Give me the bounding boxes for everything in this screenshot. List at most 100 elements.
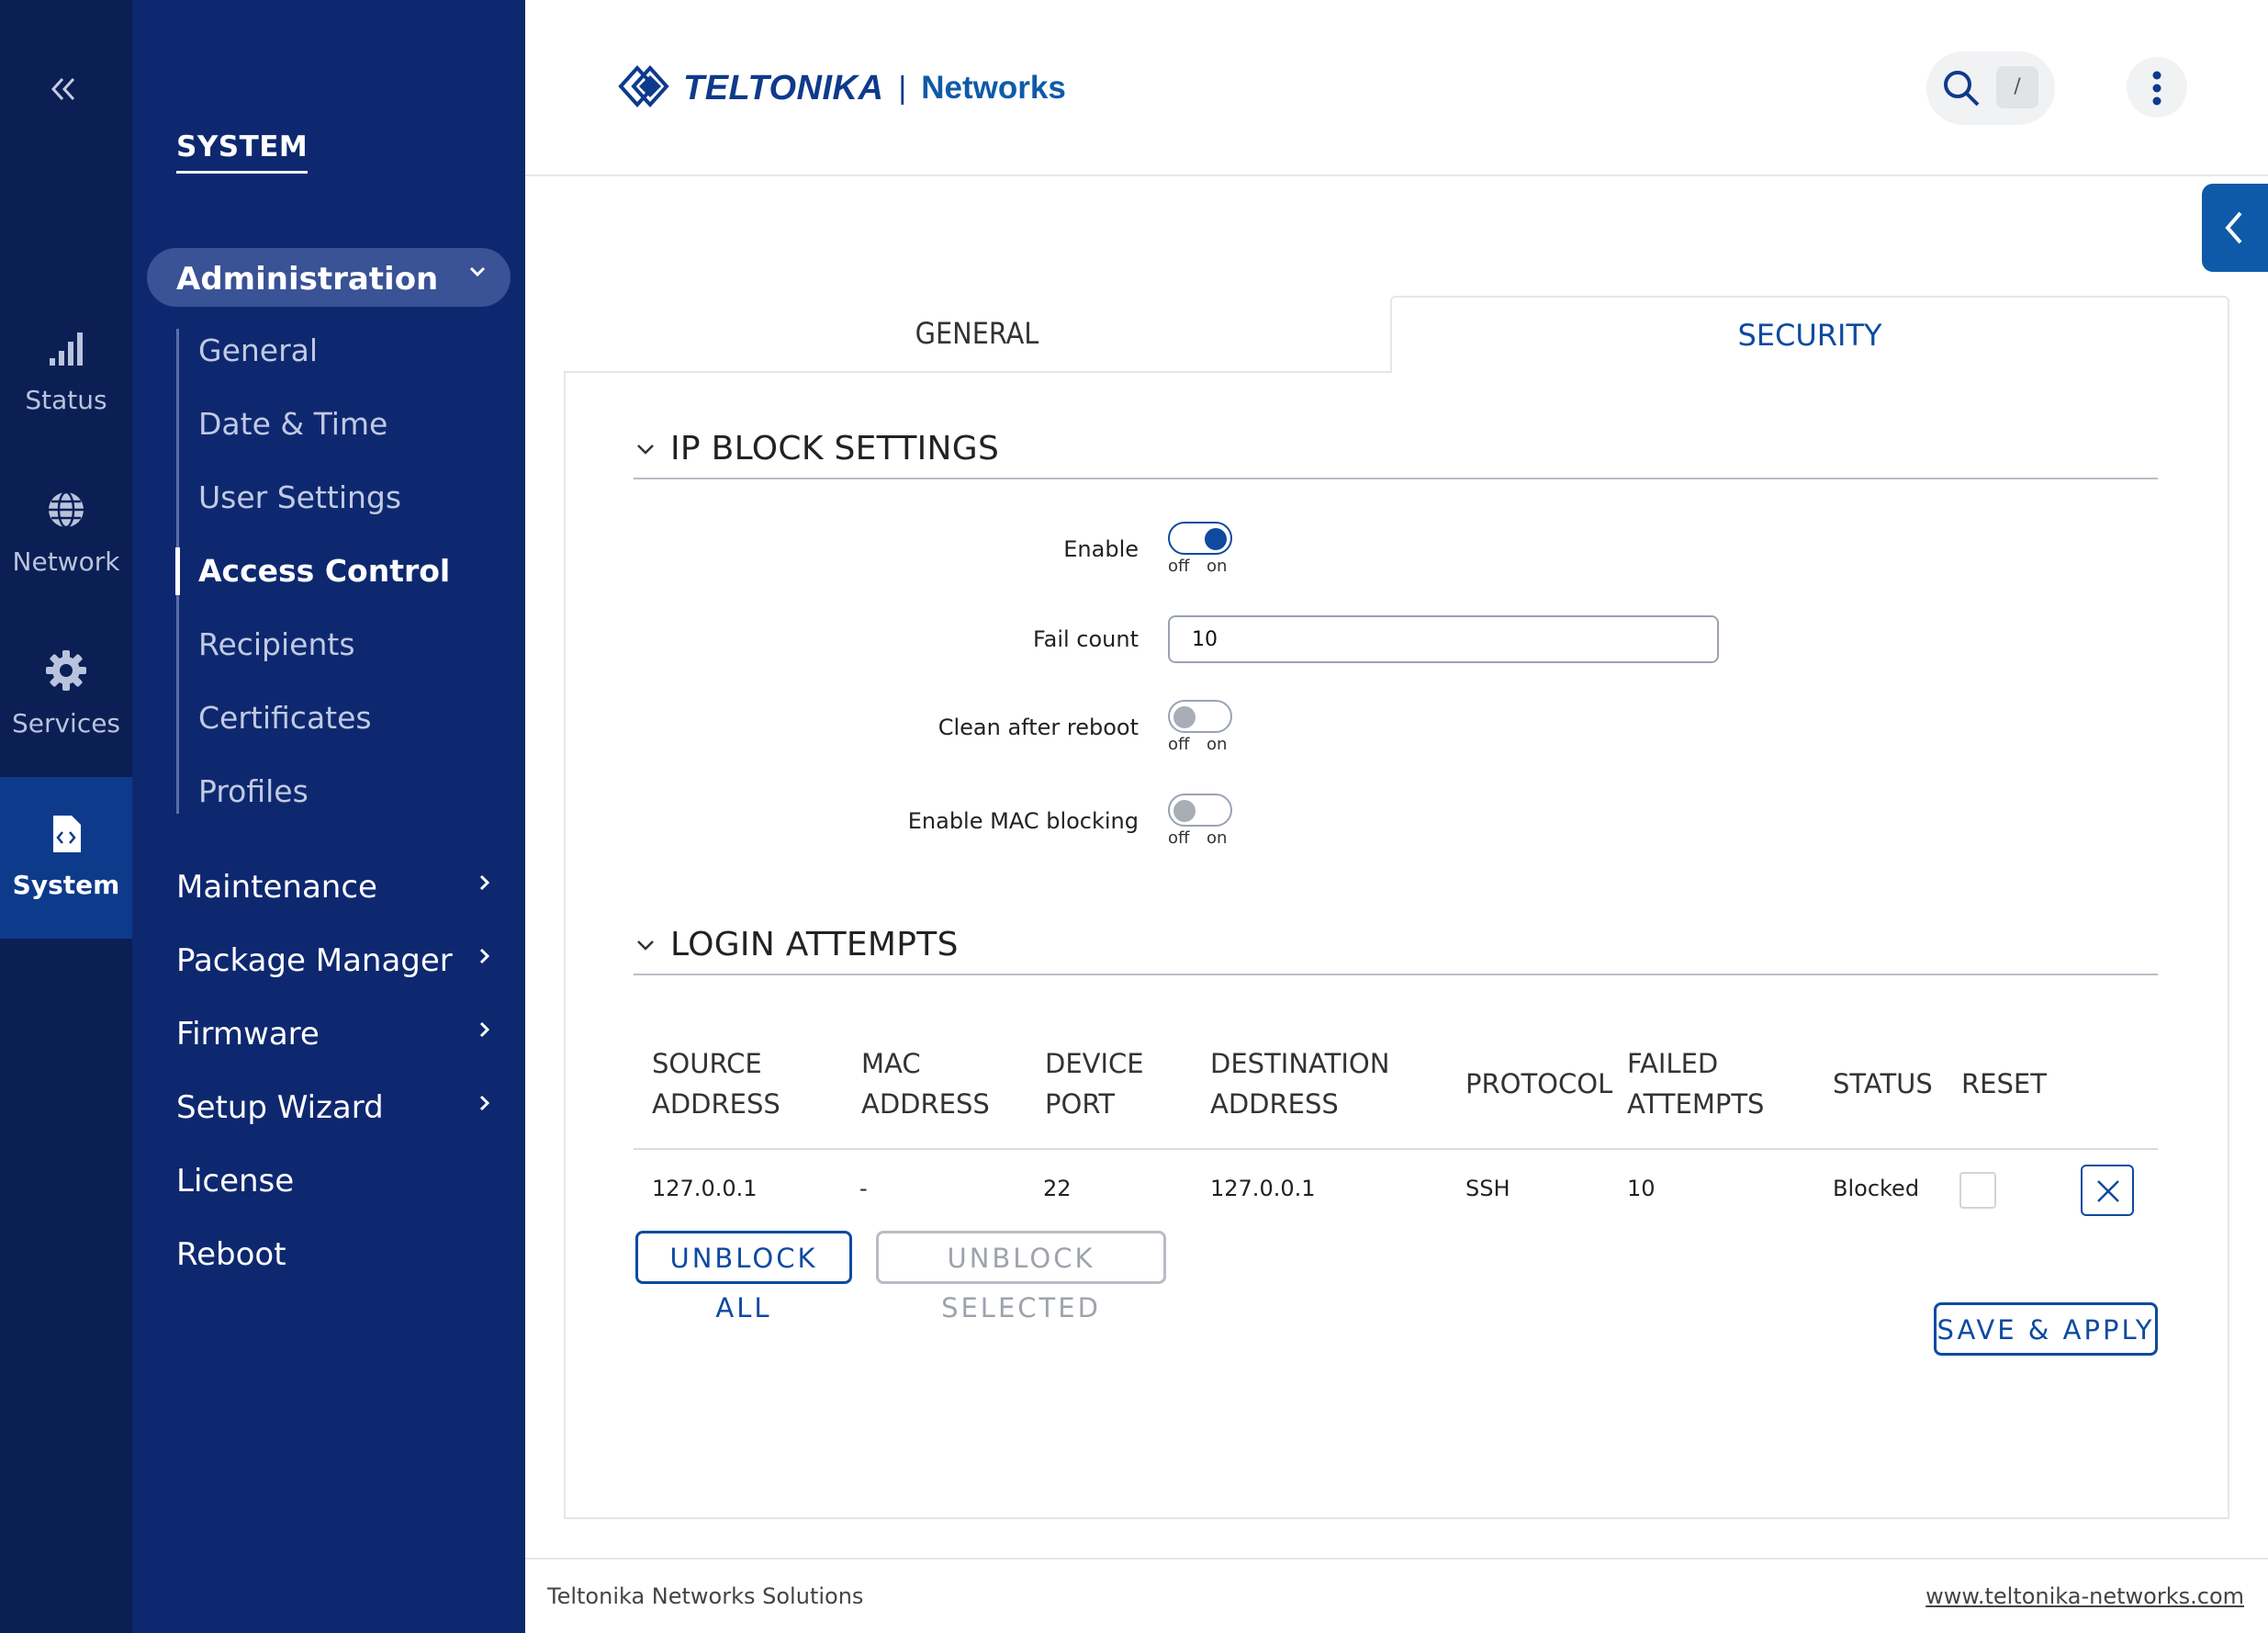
enable-label: Enable (1063, 536, 1139, 562)
header-line: SOURCE (652, 1048, 762, 1079)
sidebar-item-label: Maintenance (176, 869, 377, 906)
delete-row-button[interactable] (2081, 1165, 2134, 1216)
cell-status: Blocked (1833, 1176, 1920, 1201)
brand-separator: | (898, 70, 907, 106)
sidebar-item-firmware[interactable]: Firmware (176, 1016, 494, 1053)
sidebar-subitem-user-settings[interactable]: User Settings (198, 479, 401, 515)
header-line: ADDRESS (652, 1088, 780, 1120)
logo-mark-icon (617, 61, 676, 116)
toggle-knob (1205, 528, 1227, 550)
login-attempts-section-header[interactable]: LOGIN ATTEMPTS (634, 920, 2158, 975)
tab-security[interactable]: SECURITY (1390, 296, 2229, 375)
more-options-button[interactable] (2127, 57, 2187, 118)
column-header-destination-address: DESTINATION ADDRESS (1210, 1043, 1389, 1124)
brand-subtitle: Networks (921, 70, 1066, 106)
sidebar-item-maintenance[interactable]: Maintenance (176, 869, 494, 906)
ip-block-section-header[interactable]: IP BLOCK SETTINGS (634, 424, 2158, 479)
unblock-all-button[interactable]: UNBLOCK ALL (635, 1231, 852, 1323)
rail-item-network[interactable]: Network (0, 489, 132, 577)
sidebar-subitem-date-time[interactable]: Date & Time (198, 406, 387, 442)
chevron-down-icon (634, 933, 657, 963)
rail-item-system[interactable]: System (0, 777, 132, 939)
icon-rail: Status Network Services System (0, 0, 132, 1633)
cell-destination-address: 127.0.0.1 (1210, 1176, 1316, 1201)
teltonika-logo[interactable]: TELTONIKA | Networks (617, 61, 1066, 116)
header-line: ADDRESS (1210, 1088, 1339, 1120)
cell-mac-address: - (859, 1176, 868, 1201)
rail-item-label: System (12, 870, 120, 900)
toggle-off-label: off (1168, 735, 1190, 754)
toggle-on-label: on (1207, 828, 1228, 848)
mac-blocking-label: Enable MAC blocking (907, 808, 1139, 834)
sidebar-item-administration[interactable]: Administration (147, 248, 511, 307)
rail-item-label: Services (11, 708, 121, 738)
chevron-down-icon (634, 437, 657, 467)
toggle-knob (1173, 706, 1196, 728)
sidebar-item-label: Setup Wizard (176, 1089, 384, 1126)
column-header-status: STATUS (1833, 1068, 1933, 1099)
sidebar-item-license[interactable]: License (176, 1163, 494, 1199)
chevron-right-icon (476, 1016, 494, 1048)
reset-checkbox[interactable] (1959, 1172, 1996, 1209)
rail-item-services[interactable]: Services (0, 648, 132, 738)
footer-website-link[interactable]: www.teltonika-networks.com (1926, 1583, 2244, 1609)
gear-icon (0, 648, 132, 699)
tab-general[interactable]: GENERAL (564, 296, 1390, 371)
rail-item-label: Network (12, 546, 120, 577)
cell-failed-attempts: 10 (1627, 1176, 1656, 1201)
fail-count-input[interactable] (1168, 615, 1719, 663)
save-apply-button[interactable]: SAVE & APPLY (1934, 1302, 2158, 1356)
header-line: ADDRESS (861, 1088, 990, 1120)
section-title: LOGIN ATTEMPTS (670, 926, 959, 963)
toggle-off-label: off (1168, 557, 1190, 576)
rail-item-label: Status (25, 385, 107, 415)
column-header-source-address: SOURCE ADDRESS (652, 1043, 780, 1124)
double-chevron-left-icon[interactable] (48, 70, 79, 112)
sidebar-item-package-manager[interactable]: Package Manager (176, 942, 494, 979)
chevron-left-icon (2220, 208, 2248, 252)
brand-name: TELTONIKA (683, 68, 884, 107)
code-file-icon (0, 814, 132, 861)
toggle-knob (1173, 800, 1196, 822)
column-header-mac-address: MAC ADDRESS (861, 1043, 990, 1124)
header-line: ATTEMPTS (1627, 1088, 1765, 1120)
unblock-selected-button[interactable]: UNBLOCK SELECTED (876, 1231, 1166, 1323)
search-shortcut-key: / (1996, 66, 2038, 108)
sidebar-item-setup-wizard[interactable]: Setup Wizard (176, 1089, 494, 1126)
chevron-right-icon (476, 869, 494, 901)
close-icon (2095, 1178, 2121, 1208)
cell-source-address: 127.0.0.1 (652, 1176, 758, 1201)
top-header: TELTONIKA | Networks / (525, 0, 2268, 176)
sidebar-item-reboot[interactable]: Reboot (176, 1236, 494, 1273)
panel-divider (564, 371, 1392, 373)
sidebar-title: SYSTEM (176, 130, 309, 174)
table-header-divider (634, 1148, 2158, 1150)
column-header-device-port: DEVICE PORT (1045, 1043, 1144, 1124)
sidebar-subitem-profiles[interactable]: Profiles (198, 773, 309, 809)
chevron-right-icon (476, 1089, 494, 1121)
sidebar-subitem-general[interactable]: General (198, 332, 318, 368)
header-line: MAC (861, 1048, 921, 1079)
section-title: IP BLOCK SETTINGS (670, 430, 1000, 467)
header-line: DEVICE (1045, 1048, 1144, 1079)
search-icon (1941, 68, 1982, 112)
sidebar-subitem-certificates[interactable]: Certificates (198, 700, 372, 736)
cell-protocol: SSH (1465, 1176, 1510, 1201)
sidebar-item-label: Administration (176, 261, 439, 298)
sidebar-subitem-recipients[interactable]: Recipients (198, 626, 355, 662)
clean-after-reboot-label: Clean after reboot (938, 715, 1139, 740)
toggle-on-label: on (1207, 735, 1228, 754)
toggle-on-label: on (1207, 557, 1228, 576)
chevron-down-icon (466, 259, 488, 289)
side-panel-toggle-button[interactable] (2202, 184, 2268, 272)
chevron-right-icon (476, 942, 494, 974)
search-button[interactable]: / (1926, 51, 2055, 125)
mac-blocking-toggle[interactable] (1168, 794, 1232, 827)
enable-toggle[interactable] (1168, 522, 1232, 555)
rail-item-status[interactable]: Status (0, 329, 132, 415)
column-header-failed-attempts: FAILED ATTEMPTS (1627, 1043, 1764, 1124)
header-line: DESTINATION (1210, 1048, 1390, 1079)
sidebar-subitem-access-control[interactable]: Access Control (198, 553, 450, 589)
clean-after-reboot-toggle[interactable] (1168, 700, 1232, 733)
sidebar-item-label: Firmware (176, 1016, 320, 1053)
